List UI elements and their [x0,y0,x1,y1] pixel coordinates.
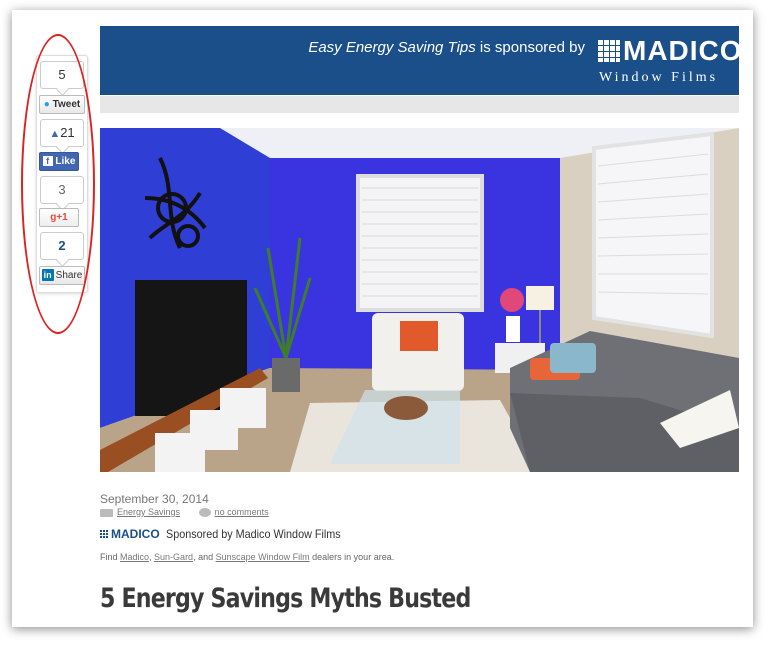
post-meta: Energy Savings no comments [100,507,269,518]
banner-title-rest: is sponsored by [475,39,585,56]
like-label: Like [55,156,76,167]
linkedin-count: 2 [40,232,84,260]
linkedin-icon: in [41,269,54,282]
comment-icon [198,508,211,518]
like-count-value: 21 [60,125,75,140]
banner-title: Easy Energy Saving Tips [308,39,476,56]
sponsor-banner[interactable]: Easy Energy Saving Tips is sponsored by … [100,26,742,95]
gplus-count: 3 [40,176,84,204]
comments-link[interactable]: no comments [215,507,269,517]
gplus-label: +1 [56,212,68,223]
like-count: ▲21 [40,119,84,147]
sun-gard-link[interactable]: Sun-Gard [154,552,193,562]
madico-logo-grid-icon [598,40,620,62]
sponsor-text: Sponsored by Madico Window Films [166,527,341,541]
tweet-button[interactable]: ● Tweet [39,95,85,114]
gray-divider-bar [100,96,739,113]
sponsor-logo-text: MADICO [111,527,160,541]
facebook-icon: f [42,156,53,166]
category-link[interactable]: Energy Savings [117,507,180,517]
post-date: September 30, 2014 [100,492,209,506]
find-prefix: Find [100,552,121,562]
like-button[interactable]: f Like [39,152,79,171]
post-title[interactable]: 5 Energy Savings Myths Busted [100,583,471,614]
find-suffix: dealers in your area. [309,552,395,562]
gplus-button[interactable]: g+1 [39,208,79,227]
madico-small-logo-grid-icon [100,530,108,538]
madico-logo-text: MADICO [623,35,743,66]
tweet-count: 5 [40,61,84,89]
banner-text: Easy Energy Saving Tips is sponsored by [308,39,585,56]
find-dealers-text: Find Madico, Sun-Gard, and Sunscape Wind… [100,552,394,562]
folder-icon [100,508,113,517]
linkedin-share-button[interactable]: in Share [39,266,85,285]
living-room-photo [100,128,739,472]
madico-logo-subtitle: Window Films [599,70,719,85]
twitter-icon: ● [43,99,50,110]
linkedin-label: Share [55,270,83,281]
sunscape-link[interactable]: Sunscape Window Film [216,552,310,562]
madico-link[interactable]: Madico [120,552,149,562]
find-sep2: , and [193,552,216,562]
thumbs-up-icon: ▲ [49,128,61,140]
tweet-label: Tweet [52,99,81,110]
